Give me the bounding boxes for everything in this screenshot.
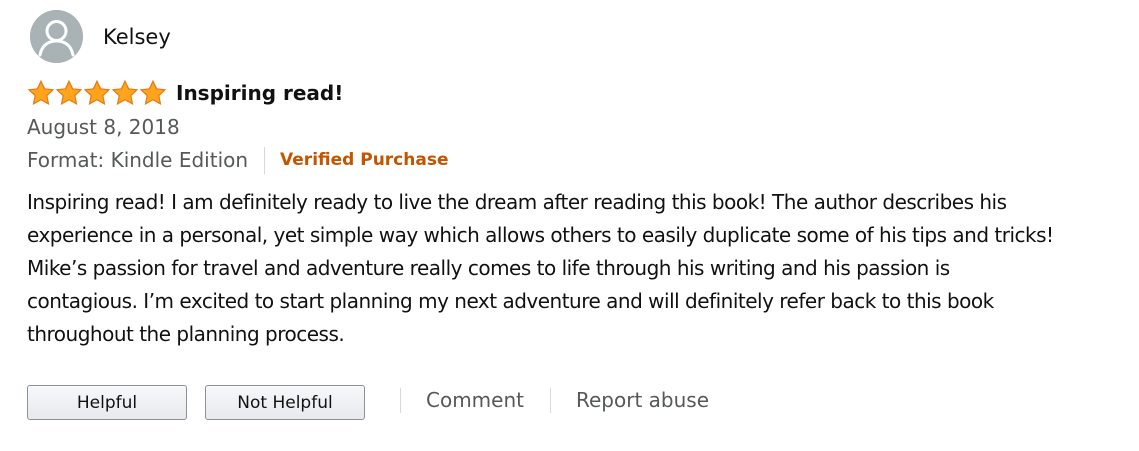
review-title[interactable]: Inspiring read! bbox=[176, 79, 343, 107]
star-icon bbox=[27, 79, 55, 107]
customer-review: Kelsey Inspiring read! August 8, 2018 Fo… bbox=[0, 0, 1139, 451]
comment-link[interactable]: Comment bbox=[426, 386, 524, 414]
star-icon bbox=[83, 79, 111, 107]
reviewer-name[interactable]: Kelsey bbox=[103, 23, 171, 51]
user-avatar-icon bbox=[30, 10, 83, 63]
star-icon bbox=[139, 79, 167, 107]
divider bbox=[264, 146, 266, 174]
review-date: August 8, 2018 bbox=[27, 115, 180, 139]
report-abuse-link[interactable]: Report abuse bbox=[576, 386, 709, 414]
format-label: Format: Kindle Edition bbox=[27, 148, 249, 172]
divider bbox=[550, 388, 551, 413]
star-icon bbox=[111, 79, 139, 107]
review-body: Inspiring read! I am definitely ready to… bbox=[27, 186, 1135, 351]
verified-purchase-badge: Verified Purchase bbox=[280, 150, 449, 170]
divider bbox=[400, 388, 401, 413]
review-body-line: throughout the planning process. bbox=[27, 322, 345, 346]
review-body-line: Mike’s passion for travel and adventure … bbox=[27, 256, 950, 280]
format-line: Format: Kindle Edition Verified Purchase bbox=[27, 146, 448, 174]
review-body-line: contagious. I’m excited to start plannin… bbox=[27, 289, 994, 313]
helpful-button[interactable]: Helpful bbox=[27, 385, 187, 420]
star-rating[interactable] bbox=[27, 79, 167, 107]
review-body-line: Inspiring read! I am definitely ready to… bbox=[27, 190, 1007, 214]
not-helpful-button[interactable]: Not Helpful bbox=[205, 385, 365, 420]
review-body-line: experience in a personal, yet simple way… bbox=[27, 223, 1054, 247]
star-icon bbox=[55, 79, 83, 107]
